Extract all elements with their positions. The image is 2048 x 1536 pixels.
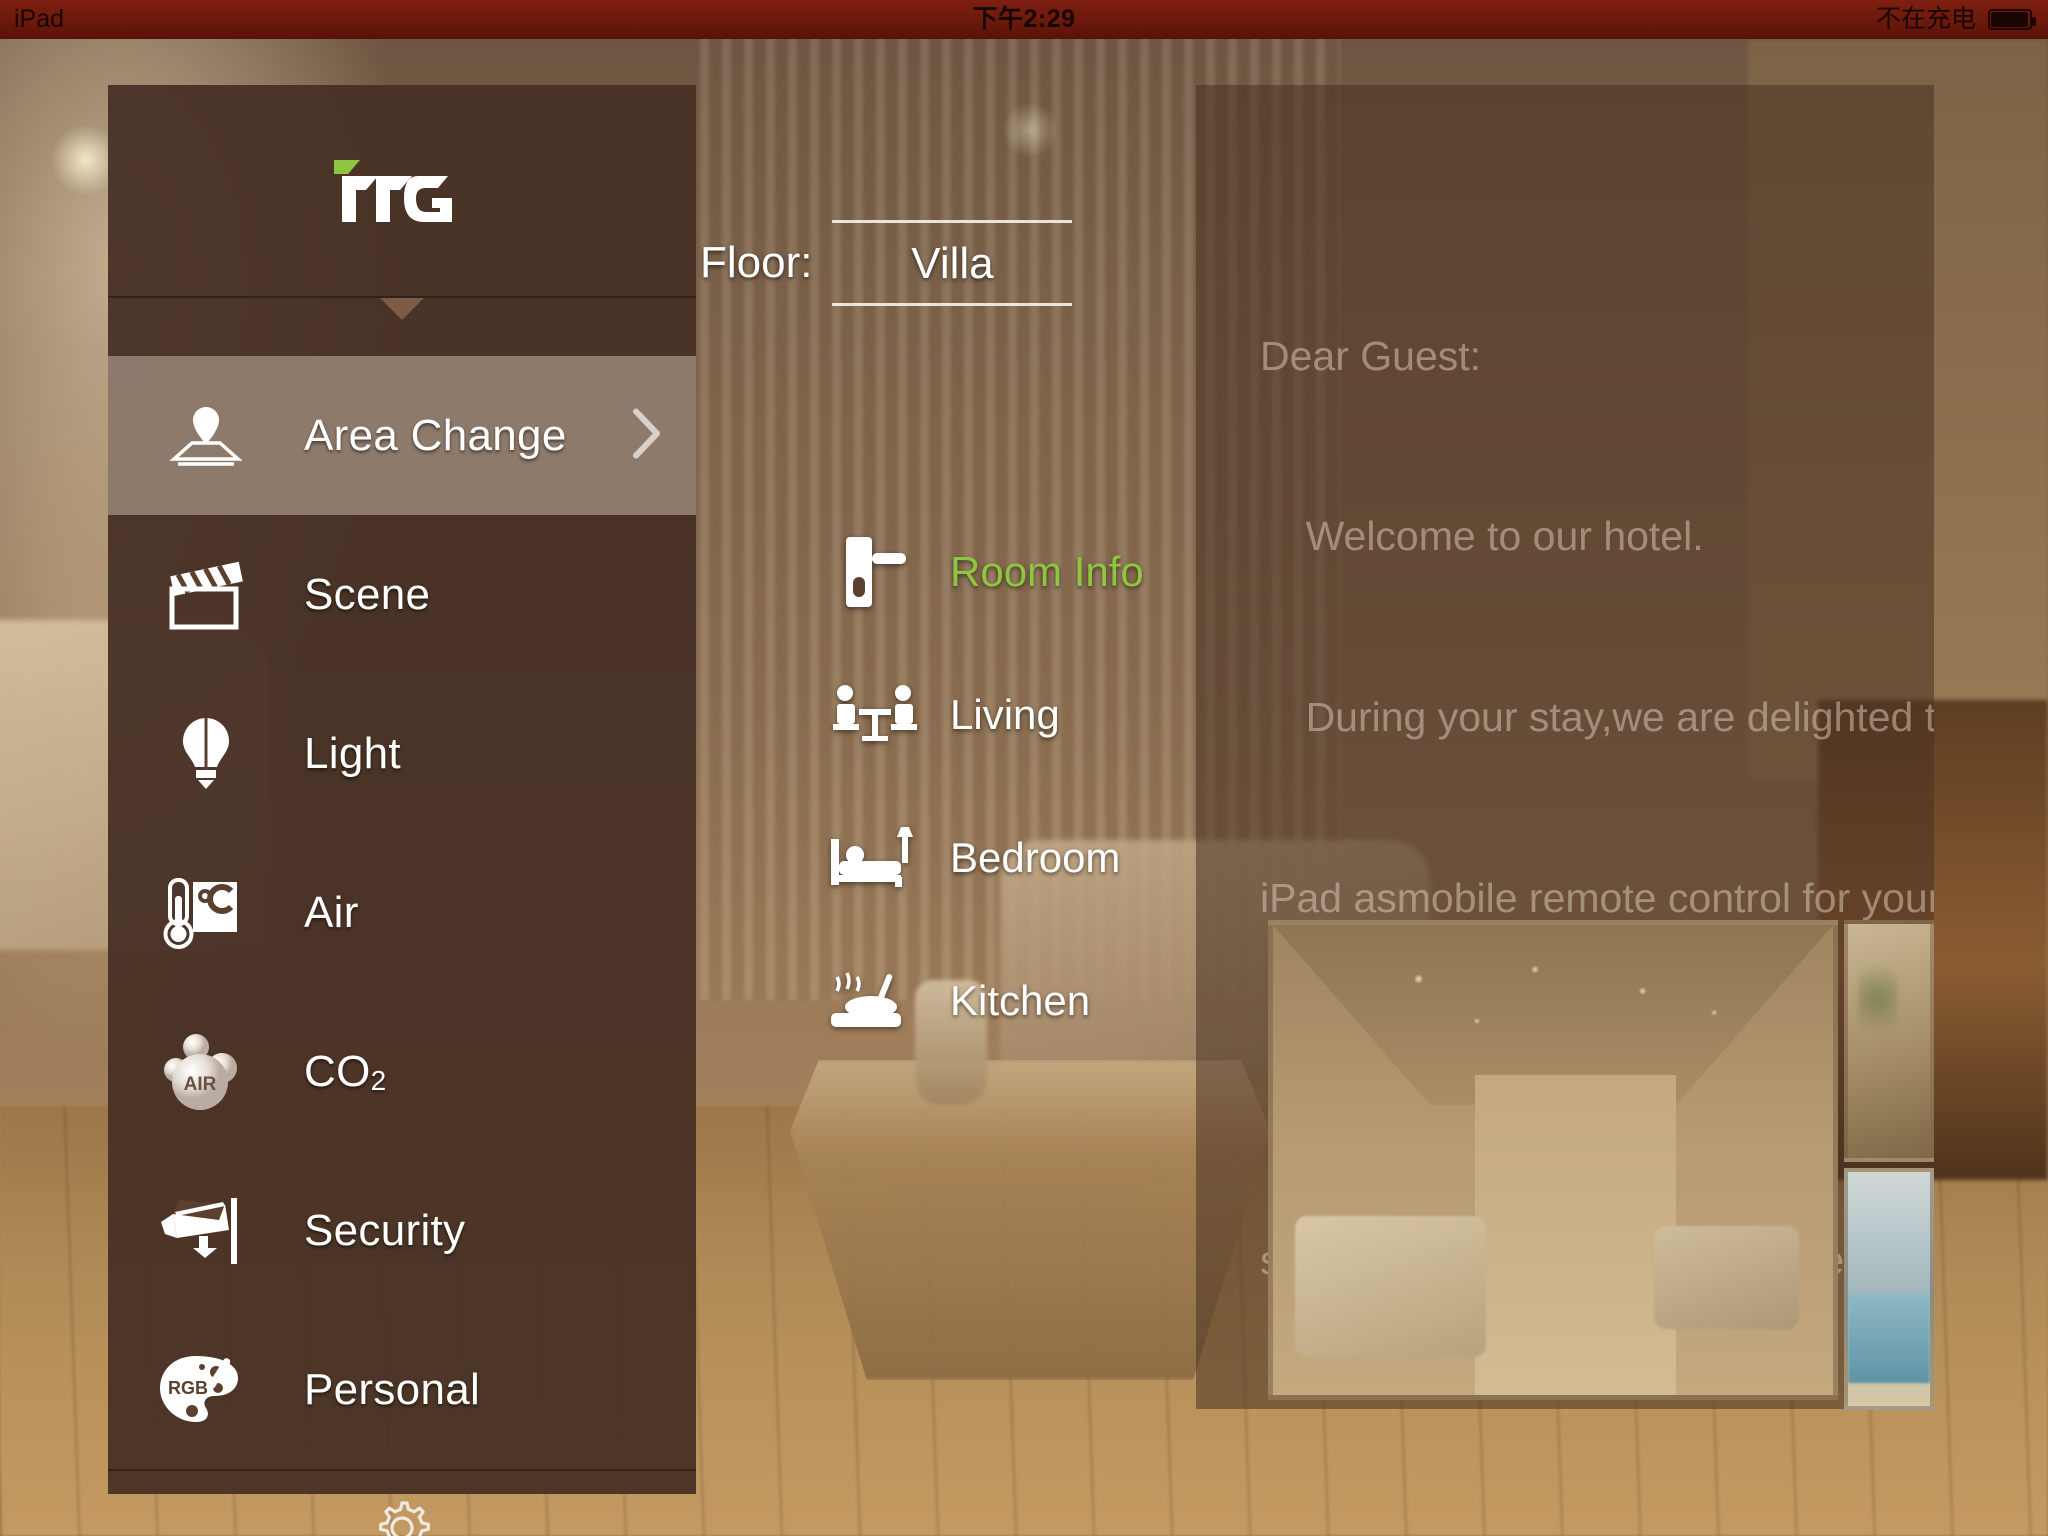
room-item-label: Room Info — [950, 547, 1144, 595]
floor-value: Villa — [911, 239, 994, 288]
cctv-camera-icon — [108, 1196, 304, 1266]
svg-text:AIR: AIR — [184, 1074, 217, 1095]
sidebar-item-label: Area Change — [304, 410, 567, 460]
sidebar-item-label: CO2 — [304, 1046, 387, 1096]
gallery-main-corridor — [1474, 1075, 1677, 1395]
floor-label: Floor: — [700, 238, 813, 287]
air-bubbles-icon: AIR — [108, 1028, 304, 1116]
status-battery-area: 不在充电 — [1875, 0, 2036, 39]
gallery-thumb-pool — [1848, 1293, 1930, 1383]
room-item-living[interactable]: Living — [800, 643, 1280, 786]
gallery-thumbnail[interactable] — [1844, 1168, 1934, 1410]
sidebar-footer — [108, 1469, 696, 1536]
gallery-main-lights — [1329, 955, 1777, 1075]
gallery-thumb-plant — [1857, 952, 1898, 1046]
sidebar-item-label: Security — [304, 1205, 466, 1255]
cooking-pot-icon — [800, 971, 950, 1031]
gallery-main-sofa-left — [1295, 1216, 1486, 1358]
battery-status-label: 不在充电 — [1875, 5, 1976, 33]
gallery-main-image[interactable] — [1268, 920, 1838, 1400]
lightbulb-icon — [108, 715, 304, 793]
sidebar-menu: Area Change Scene Light Air AIR CO2 Secu… — [108, 356, 696, 1469]
sidebar-item-security[interactable]: Security — [108, 1151, 696, 1310]
sidebar-item-co2[interactable]: AIR CO2 — [108, 992, 696, 1151]
chevron-right-icon — [630, 405, 664, 466]
sidebar-item-personal[interactable]: RGB Personal — [108, 1310, 696, 1469]
battery-full-icon — [1988, 9, 2036, 30]
battery-fill — [1991, 12, 2028, 27]
gallery-thumbnails — [1844, 920, 1934, 1410]
room-item-label: Living — [950, 690, 1060, 738]
sidebar-item-air[interactable]: Air — [108, 833, 696, 992]
room-item-label: Bedroom — [950, 833, 1121, 881]
ttg-logo — [332, 158, 472, 224]
gallery-thumbnail[interactable] — [1844, 920, 1934, 1162]
sidebar-item-label: Personal — [304, 1364, 481, 1414]
sidebar-item-scene[interactable]: Scene — [108, 515, 696, 674]
door-handle-icon — [800, 535, 950, 609]
sidebar-item-label: Scene — [304, 569, 431, 619]
welcome-line: During your stay,we are delighted to — [1260, 694, 1934, 741]
sidebar: Area Change Scene Light Air AIR CO2 Secu… — [108, 85, 696, 1536]
floor-value-field[interactable]: Villa — [832, 220, 1073, 306]
rgb-palette-icon: RGB — [108, 1352, 304, 1428]
room-item-kitchen[interactable]: Kitchen — [800, 929, 1280, 1072]
sidebar-item-area-change[interactable]: Area Change — [108, 356, 696, 515]
thermometer-celsius-icon — [108, 874, 304, 952]
photo-gallery — [1268, 920, 1934, 1410]
clapperboard-icon — [108, 559, 304, 631]
ios-status-bar: iPad 下午2:29 不在充电 — [0, 0, 2048, 39]
floor-selector[interactable]: Floor: Villa — [700, 220, 1073, 306]
sidebar-item-light[interactable]: Light — [108, 674, 696, 833]
room-list: Room Info Living Bedroom Kitchen — [800, 500, 1280, 1072]
sidebar-caret-indicator — [108, 298, 696, 356]
ipad-screen: Dear Guest: Welcome to our hotel. During… — [0, 0, 2048, 1536]
welcome-line: Welcome to our hotel. — [1260, 513, 1704, 560]
sidebar-item-label: Light — [304, 728, 401, 778]
gallery-main-sofa-right — [1653, 1225, 1800, 1330]
svg-text:RGB: RGB — [168, 1378, 208, 1398]
map-pin-icon — [108, 403, 304, 469]
gear-icon[interactable] — [371, 1497, 433, 1536]
room-item-bedroom[interactable]: Bedroom — [800, 786, 1280, 929]
living-room-icon — [800, 684, 950, 746]
room-item-label: Kitchen — [950, 976, 1091, 1024]
status-clock: 下午2:29 — [972, 5, 1076, 33]
bed-icon — [800, 826, 950, 889]
welcome-line: Dear Guest: — [1260, 332, 1482, 379]
room-item-room-info[interactable]: Room Info — [800, 500, 1280, 643]
sidebar-item-label: Air — [304, 887, 359, 937]
sidebar-logo-area — [108, 85, 696, 298]
